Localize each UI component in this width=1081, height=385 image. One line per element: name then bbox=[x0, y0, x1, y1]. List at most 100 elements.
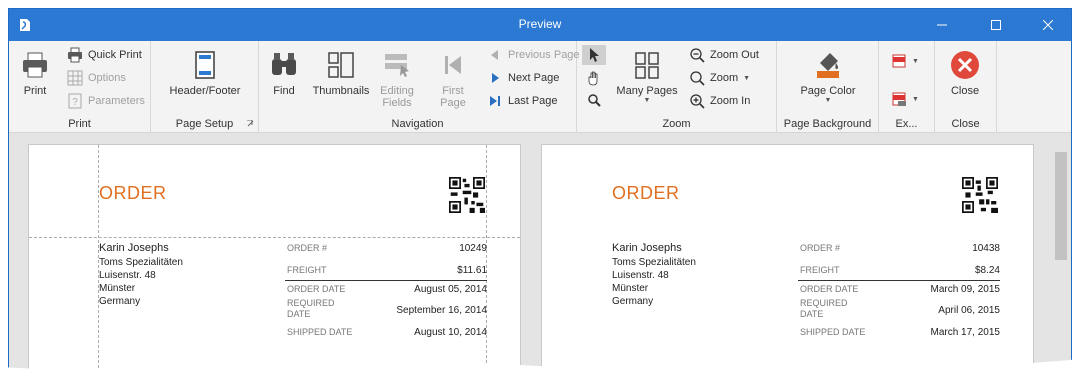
qr-code-icon bbox=[449, 177, 485, 213]
zoom-out-label: Zoom Out bbox=[710, 49, 759, 61]
divider bbox=[798, 280, 1000, 281]
export-pdf-button[interactable]: ▼ bbox=[891, 51, 919, 71]
maximize-icon bbox=[991, 20, 1001, 30]
maximize-button[interactable] bbox=[973, 9, 1019, 41]
customer-country: Germany bbox=[99, 296, 141, 307]
order-title: ORDER bbox=[612, 183, 680, 203]
group-close-label: Close bbox=[951, 118, 980, 130]
zoom-in-label: Zoom In bbox=[710, 95, 751, 107]
group-close: Close Close bbox=[935, 41, 997, 133]
group-zoom: Many Pages ▼ Zoom Out Zoom ▼ Zoom In Zoo… bbox=[577, 41, 777, 133]
zoom-dropdown-button[interactable]: Zoom ▼ bbox=[689, 68, 750, 88]
many-pages-button[interactable]: Many Pages ▼ bbox=[615, 45, 679, 115]
quick-print-icon bbox=[68, 47, 82, 63]
required-date-label: REQUIRED DATE bbox=[287, 298, 335, 319]
freight-label: FREIGHT bbox=[287, 265, 327, 275]
first-page-button[interactable]: First Page bbox=[435, 45, 471, 115]
freight-value: $8.24 bbox=[974, 265, 1000, 276]
zoom-out-button[interactable]: Zoom Out bbox=[689, 45, 759, 65]
required-date-value: April 06, 2015 bbox=[938, 305, 1000, 316]
thumbnails-icon bbox=[328, 52, 354, 78]
editing-fields-label-line1: Editing bbox=[380, 85, 414, 97]
hand-tool-button[interactable] bbox=[582, 68, 606, 88]
magnifier-tool-button[interactable] bbox=[582, 91, 606, 111]
export-dropdown-icon: ▼ bbox=[912, 57, 919, 65]
print-label: Print bbox=[23, 85, 47, 97]
zoom-dropdown-icon: ▼ bbox=[743, 74, 751, 82]
customer-city: Münster bbox=[99, 283, 136, 294]
binoculars-icon bbox=[272, 53, 296, 75]
minimize-icon bbox=[937, 24, 947, 26]
print-button[interactable]: Print bbox=[15, 45, 55, 115]
qr-code-icon bbox=[962, 177, 998, 213]
svg-text:?: ? bbox=[72, 97, 78, 108]
group-export-label: Ex... bbox=[895, 118, 918, 130]
header-footer-icon bbox=[195, 51, 215, 79]
dialog-launcher-icon[interactable] bbox=[247, 120, 254, 127]
minimize-button[interactable] bbox=[919, 9, 965, 41]
many-pages-dropdown-icon: ▼ bbox=[643, 97, 651, 104]
thumbnails-label: Thumbnails bbox=[312, 85, 370, 97]
last-page-button[interactable]: Last Page bbox=[487, 91, 558, 111]
customer-street: Luisenstr. 48 bbox=[612, 270, 669, 281]
zoom-label: Zoom bbox=[710, 72, 739, 84]
freight-value: $11.61 bbox=[457, 265, 487, 276]
shipped-date-value: March 17, 2015 bbox=[930, 327, 1001, 338]
order-title: ORDER bbox=[99, 183, 167, 203]
close-icon bbox=[1043, 20, 1053, 30]
previous-page-icon bbox=[491, 50, 498, 60]
zoom-in-button[interactable]: Zoom In bbox=[689, 91, 750, 111]
customer-company: Toms Spezialitäten bbox=[99, 257, 183, 268]
vertical-scrollbar-thumb[interactable] bbox=[1055, 152, 1067, 260]
hand-icon bbox=[588, 71, 598, 86]
page-color-button[interactable]: Page Color ▼ bbox=[791, 45, 865, 115]
next-page-label: Next Page bbox=[508, 72, 560, 84]
group-navigation-label: Navigation bbox=[391, 118, 444, 130]
required-date-value: September 16, 2014 bbox=[396, 305, 487, 316]
first-page-icon bbox=[445, 56, 461, 74]
last-page-icon bbox=[490, 96, 500, 106]
order-date-value: August 05, 2014 bbox=[414, 284, 487, 295]
shipped-date-value: August 10, 2014 bbox=[414, 327, 487, 338]
document-page: ORDER Karin Josephs Toms Spezialitäten L… bbox=[541, 144, 1034, 377]
group-print: Print Quick Print Options ? Parameters P… bbox=[9, 41, 151, 133]
window-close-button[interactable] bbox=[1025, 9, 1071, 41]
preview-window: Preview Print Quick Print Options ? Para… bbox=[8, 8, 1072, 378]
previous-page-button[interactable]: Previous Page bbox=[487, 45, 580, 65]
divider bbox=[285, 280, 487, 281]
shipped-date-label: SHIPPED DATE bbox=[287, 327, 353, 337]
required-date-label: REQUIRED DATE bbox=[800, 298, 848, 319]
margin-guide bbox=[486, 145, 487, 377]
close-circle-icon bbox=[951, 51, 979, 79]
customer-name: Karin Josephs bbox=[612, 242, 682, 254]
parameters-icon: ? bbox=[68, 93, 82, 109]
pointer-tool-button[interactable] bbox=[582, 45, 606, 65]
find-button[interactable]: Find bbox=[267, 45, 301, 115]
thumbnails-button[interactable]: Thumbnails bbox=[311, 45, 371, 115]
group-page-background-label: Page Background bbox=[783, 118, 872, 130]
options-button[interactable]: Options bbox=[67, 68, 126, 88]
next-page-button[interactable]: Next Page bbox=[487, 68, 559, 88]
options-label: Options bbox=[88, 72, 126, 84]
ribbon: Print Quick Print Options ? Parameters P… bbox=[9, 41, 1071, 133]
many-pages-icon bbox=[635, 52, 659, 79]
editing-fields-label-line2: Fields bbox=[382, 97, 412, 109]
header-footer-button[interactable]: Header/Footer bbox=[165, 45, 245, 115]
editing-fields-button[interactable]: Editing Fields bbox=[377, 45, 417, 115]
first-page-label-line2: Page bbox=[440, 97, 466, 109]
customer-company: Toms Spezialitäten bbox=[612, 257, 696, 268]
close-preview-button[interactable]: Close bbox=[945, 45, 985, 115]
pointer-icon bbox=[590, 48, 599, 62]
zoom-out-icon bbox=[690, 48, 705, 63]
parameters-button[interactable]: ? Parameters bbox=[67, 91, 145, 111]
zoom-icon bbox=[690, 71, 705, 86]
quick-print-button[interactable]: Quick Print bbox=[67, 45, 142, 65]
group-print-label: Print bbox=[68, 118, 91, 130]
send-pdf-button[interactable]: ▼ bbox=[891, 89, 919, 109]
parameters-label: Parameters bbox=[88, 95, 145, 107]
group-page-setup-label: Page Setup bbox=[175, 118, 234, 130]
customer-street: Luisenstr. 48 bbox=[99, 270, 156, 281]
document-preview-area[interactable]: ORDER Karin Josephs Toms Spezialitäten L… bbox=[9, 134, 1071, 377]
shipped-date-label: SHIPPED DATE bbox=[800, 327, 866, 337]
order-date-label: ORDER DATE bbox=[800, 284, 859, 294]
